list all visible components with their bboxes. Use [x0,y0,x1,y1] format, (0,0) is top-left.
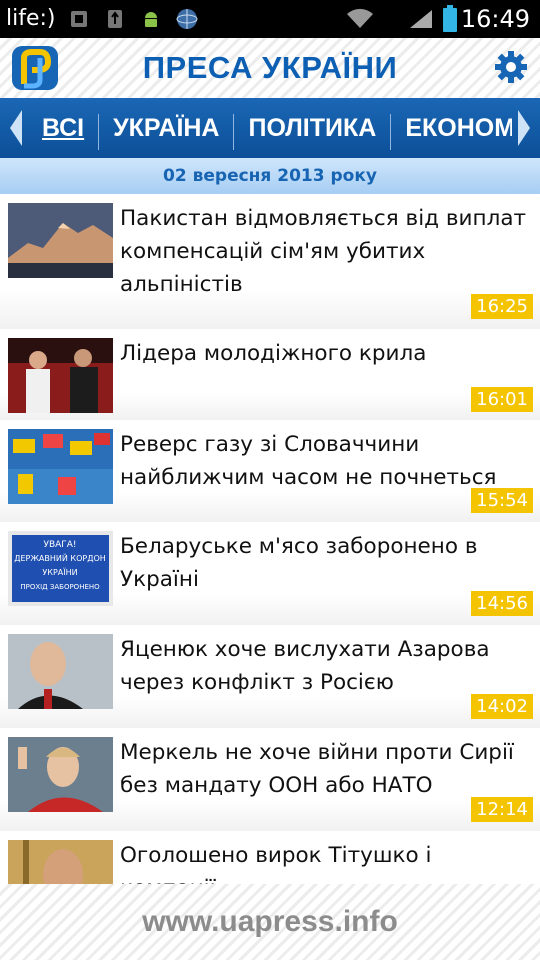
news-item[interactable]: Меркель не хоче війни проти Сирії без ма… [0,728,540,832]
tabs-right-arrow-icon[interactable] [516,108,532,148]
tab-track: ВСІ УКРАЇНА ПОЛІТИКА ЕКОНОМІ [28,98,512,158]
news-list[interactable]: Пакистан відмовляється від виплат компен… [0,194,540,884]
news-time-badge: 16:01 [471,387,533,412]
news-title: Лідера молодіжного крила [120,341,427,366]
carrier-label: life:) [6,6,56,31]
category-tabs: ВСІ УКРАЇНА ПОЛІТИКА ЕКОНОМІ [0,98,540,158]
news-item[interactable]: УВАГА! ДЕРЖАВНИЙ КОРДОН УКРАЇНИ ПРОХІД З… [0,522,540,626]
wifi-icon [347,8,373,28]
news-time-badge: 12:14 [471,797,533,822]
sign-line-4: ПРОХІД ЗАБОРОНЕНО [20,583,100,591]
news-thumbnail-people [8,338,113,413]
sign-line-2: ДЕРЖАВНИЙ КОРДОН [14,552,106,563]
android-icon [145,12,157,27]
battery-icon [443,5,457,32]
globe-icon [176,9,198,29]
signal-icon [410,10,432,28]
news-title: Реверс газу зі Словаччини найближчим час… [120,432,497,490]
news-title: Беларуське м'ясо заборонено в Україні [120,534,478,592]
app-title: ПРЕСА УКРАЇНИ [142,50,398,85]
news-thumbnail-portrait [8,634,113,709]
news-thumbnail-speaker [8,737,113,812]
tab-all[interactable]: ВСІ [28,98,98,158]
tab-economy[interactable]: ЕКОНОМІ [391,98,512,158]
news-thumbnail-border-sign: УВАГА! ДЕРЖАВНИЙ КОРДОН УКРАЇНИ ПРОХІД З… [8,531,113,606]
app-header: ПРЕСА УКРАЇНИ [0,38,540,98]
settings-gear-icon[interactable] [494,50,528,84]
sign-line-3: УКРАЇНИ [42,567,77,577]
clock: 16:49 [460,5,530,33]
news-item[interactable]: Пакистан відмовляється від виплат компен… [0,194,540,330]
news-time-badge: 14:56 [471,591,533,616]
news-thumbnail-flags [8,429,113,504]
news-item[interactable]: Яценюк хоче вислухати Азарова через конф… [0,625,540,729]
site-footer[interactable]: www.uapress.info [0,884,540,960]
tab-ukraine[interactable]: УКРАЇНА [99,98,233,158]
sign-line-1: УВАГА! [43,540,76,550]
news-thumbnail-mountain [8,203,113,278]
news-title: Яценюк хоче вислухати Азарова через конф… [120,637,490,695]
tab-politics[interactable]: ПОЛІТИКА [234,98,390,158]
news-item[interactable]: Лідера молодіжного крила 16:01 [0,329,540,421]
news-item[interactable]: Оголошено вирок Тітушко і компанії [0,831,540,884]
date-header: 02 вересня 2013 року [0,158,540,194]
news-time-badge: 16:25 [471,294,533,319]
news-thumbnail-person [8,840,113,884]
news-title: Оголошено вирок Тітушко і компанії [120,843,432,884]
news-item[interactable]: Реверс газу зі Словаччини найближчим час… [0,420,540,523]
usb-icon [108,10,122,28]
usb-debug-icon [71,11,87,27]
news-title: Пакистан відмовляється від виплат компен… [120,206,527,297]
news-time-badge: 14:02 [471,694,533,719]
tabs-left-arrow-icon[interactable] [8,108,24,148]
news-time-badge: 15:54 [471,488,533,513]
status-bar: life:) 16:49 [0,0,540,38]
news-title: Меркель не хоче війни проти Сирії без ма… [120,740,514,798]
